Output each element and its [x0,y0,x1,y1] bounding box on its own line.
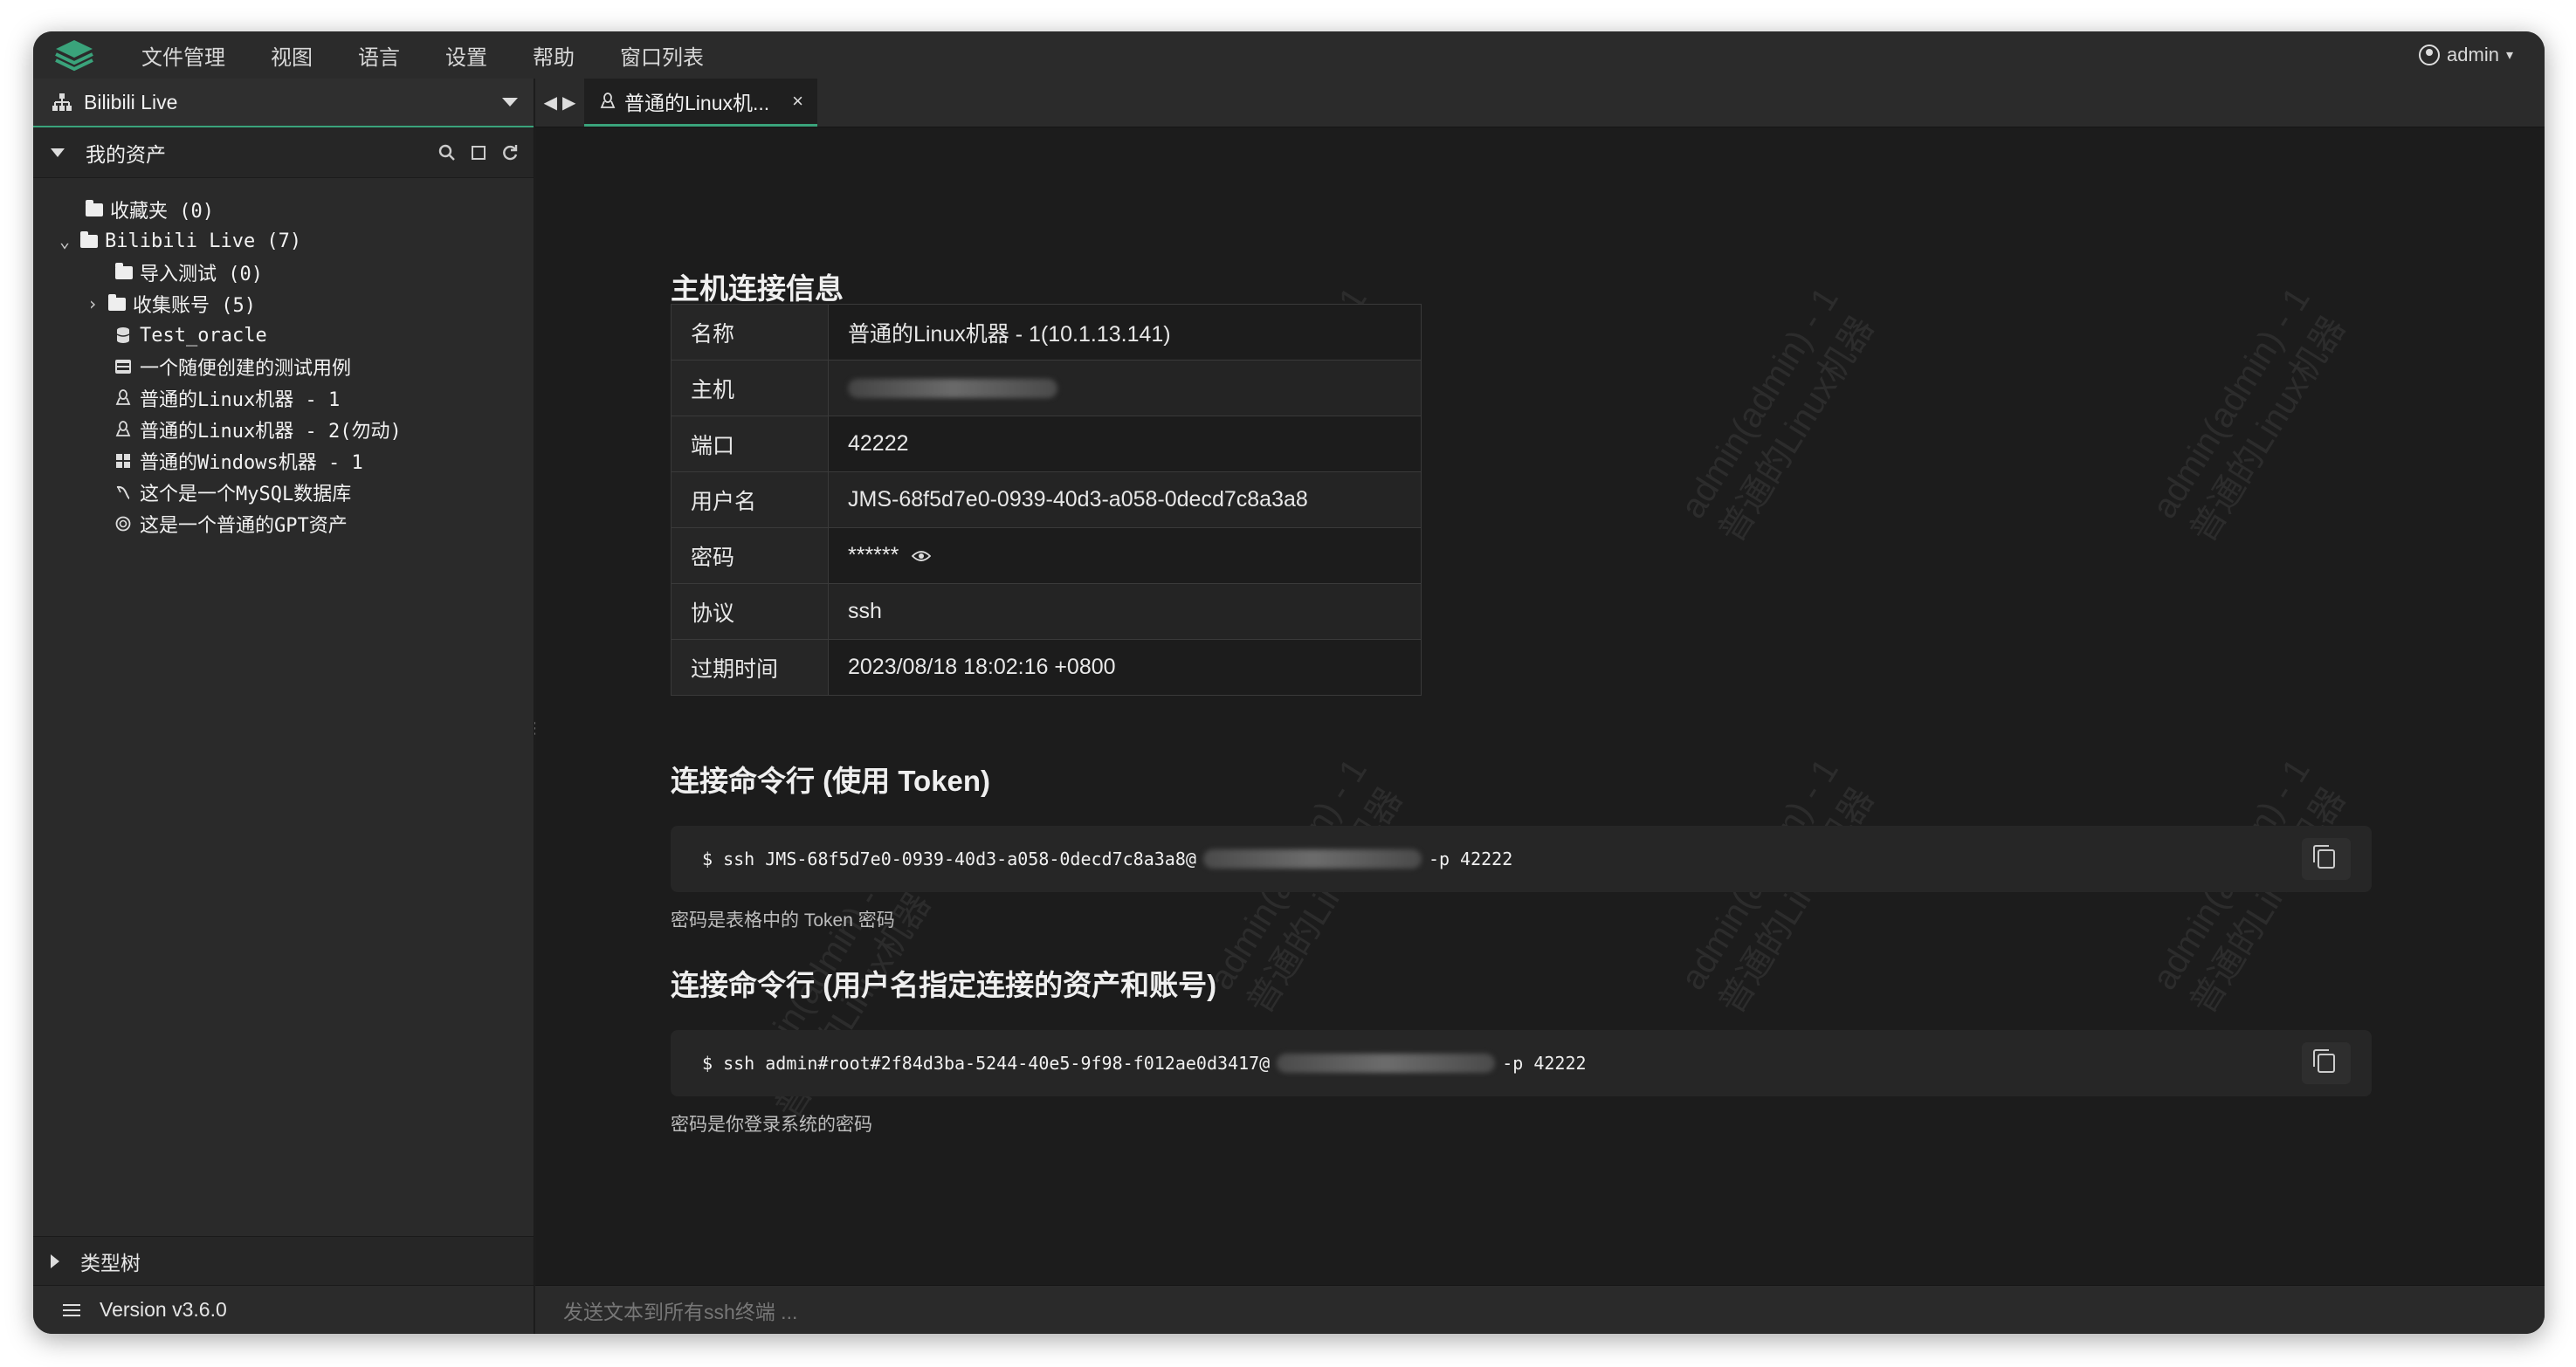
main-panel: ◀ ▶ 普通的Linux机... × admin(admin) - 1 普通的Li… [535,79,2545,1334]
tree-node-mysql[interactable]: 这个是一个MySQL数据库 [33,477,534,508]
menubar: 文件管理 视图 语言 设置 帮助 窗口列表 admin ▾ [33,31,2545,79]
host-value-blurred [848,379,1057,399]
menu-view[interactable]: 视图 [271,40,313,71]
my-assets-title: 我的资产 [86,142,166,166]
token-cmd-title: 连接命令行 (使用 Token) [671,765,991,797]
table-row: 名称 普通的Linux机器 - 1(10.1.13.141) [671,304,1422,361]
tree-node-linux-1[interactable]: 普通的Linux机器 - 1 [33,382,534,414]
version-label: Version v3.6.0 [100,1298,227,1321]
tree-node-favorites[interactable]: 收藏夹 (0) [33,194,534,225]
version-bar[interactable]: Version v3.6.0 [33,1285,534,1334]
user-avatar-icon [2419,45,2441,65]
folder-open-icon [80,230,98,248]
square-icon[interactable] [469,143,488,162]
close-icon[interactable]: × [792,90,803,113]
menu-help[interactable]: 帮助 [533,40,575,71]
windows-icon [114,452,133,470]
type-tree-header[interactable]: 类型树 [33,1236,534,1285]
asset-tree: 收藏夹 (0) ⌄ Bilibili Live (7) 导入测试 (0) › 收… [33,178,534,539]
copy-icon [2313,845,2335,869]
asset-tools [437,143,520,162]
expand-caret-icon [51,1254,59,1268]
folder-icon [108,293,126,311]
host-connection-title: 主机连接信息 [671,272,844,305]
eye-icon[interactable] [912,549,932,563]
menu-language[interactable]: 语言 [358,40,400,71]
my-assets-header[interactable]: 我的资产 [33,127,534,178]
host-blurred [1277,1054,1496,1073]
menu-window-list[interactable]: 窗口列表 [620,40,704,71]
gpt-icon [114,515,133,532]
tree-node-test-case[interactable]: 一个随便创建的测试用例 [33,351,534,382]
table-row: 密码 ****** [671,527,1422,584]
project-name: Bilibili Live [84,90,178,113]
tab-label: 普通的Linux机... [624,92,770,114]
host-blurred [1202,849,1422,869]
tab-prev-icon[interactable]: ◀ [544,92,557,113]
menu-lines-icon [63,1303,80,1316]
sidebar-bottom: 类型树 Version v3.6.0 [33,1236,534,1334]
tab-nav: ◀ ▶ [535,79,584,127]
tree-node-collected-accounts[interactable]: › 收集账号 (5) [33,288,534,319]
database-icon [114,326,133,344]
broadcast-input[interactable]: 发送文本到所有ssh终端 ... [535,1285,2545,1334]
user-command-box[interactable]: $ ssh admin#root#2f84d3ba-5244-40e5-9f98… [671,1030,2372,1096]
org-tree-icon [52,93,72,111]
caret-down-icon: ▾ [2505,48,2513,63]
tree-node-gpt[interactable]: 这是一个普通的GPT资产 [33,508,534,539]
linux-icon [114,389,133,407]
project-selector[interactable]: Bilibili Live [33,79,534,127]
menu-settings[interactable]: 设置 [445,40,487,71]
jumpserver-logo-icon [55,40,93,72]
connection-info-table: 名称 普通的Linux机器 - 1(10.1.13.141) 主机 端口 422… [671,304,1422,696]
sidebar: Bilibili Live 我的资产 收藏夹 (0) ⌄ Bilibili Li… [33,79,543,1334]
token-hint: 密码是表格中的 Token 密码 [671,910,895,931]
watermark: admin(admin) - 1普通的Linux机器 [2145,280,2353,549]
app-window: 文件管理 视图 语言 设置 帮助 窗口列表 admin ▾ Bilibili L… [33,31,2545,1334]
tab-linux-1[interactable]: 普通的Linux机... × [584,79,818,127]
copy-icon [2313,1049,2335,1073]
tree-node-import-test[interactable]: 导入测试 (0) [33,257,534,288]
tree-node-windows-1[interactable]: 普通的Windows机器 - 1 [33,445,534,477]
folder-icon [86,199,103,216]
token-command-prefix: $ ssh JMS-68f5d7e0-0939-40d3-a058-0decd7… [702,848,1196,869]
tab-bar: ◀ ▶ 普通的Linux机... × [535,79,2545,127]
linux-icon [600,93,616,108]
token-command-suffix: -p 42222 [1428,848,1513,869]
collapse-caret-icon [51,148,65,157]
tree-node-bilibili-live[interactable]: ⌄ Bilibili Live (7) [33,225,534,257]
user-command-prefix: $ ssh admin#root#2f84d3ba-5244-40e5-9f98… [702,1053,1271,1074]
copy-token-command-button[interactable] [2302,838,2351,880]
user-name: admin [2447,44,2499,65]
chevron-right-icon[interactable]: › [84,293,101,314]
user-cmd-title: 连接命令行 (用户名指定连接的资产和账号) [671,969,1217,1001]
search-icon[interactable] [437,143,457,162]
table-row: 端口 42222 [671,416,1422,472]
folder-icon [115,262,133,279]
table-row: 主机 [671,360,1422,416]
mysql-icon [114,484,133,501]
tab-next-icon[interactable]: ▶ [562,92,575,113]
terminal-icon [114,358,133,375]
user-hint: 密码是你登录系统的密码 [671,1115,872,1135]
password-masked: ****** [848,543,899,567]
table-row: 用户名 JMS-68f5d7e0-0939-40d3-a058-0decd7c8… [671,471,1422,528]
linux-icon [114,421,133,438]
chevron-down-icon[interactable]: ⌄ [56,230,73,251]
user-command-suffix: -p 42222 [1502,1053,1587,1074]
tree-node-test-oracle[interactable]: Test_oracle [33,319,534,351]
dropdown-caret-icon [502,98,518,106]
refresh-icon[interactable] [500,143,520,162]
connection-info-content: admin(admin) - 1 普通的Linux机器 admin(admin) … [535,127,2545,1285]
table-row: 过期时间 2023/08/18 18:02:16 +0800 [671,639,1422,696]
watermark: admin(admin) - 1普通的Linux机器 [1673,280,1882,549]
user-menu[interactable]: admin ▾ [2419,31,2513,79]
type-tree-title: 类型树 [80,1251,141,1274]
menu-file-management[interactable]: 文件管理 [141,40,225,71]
tree-node-linux-2[interactable]: 普通的Linux机器 - 2(勿动) [33,414,534,445]
copy-user-command-button[interactable] [2302,1042,2351,1084]
table-row: 协议 ssh [671,583,1422,640]
token-command-box[interactable]: $ ssh JMS-68f5d7e0-0939-40d3-a058-0decd7… [671,826,2372,892]
